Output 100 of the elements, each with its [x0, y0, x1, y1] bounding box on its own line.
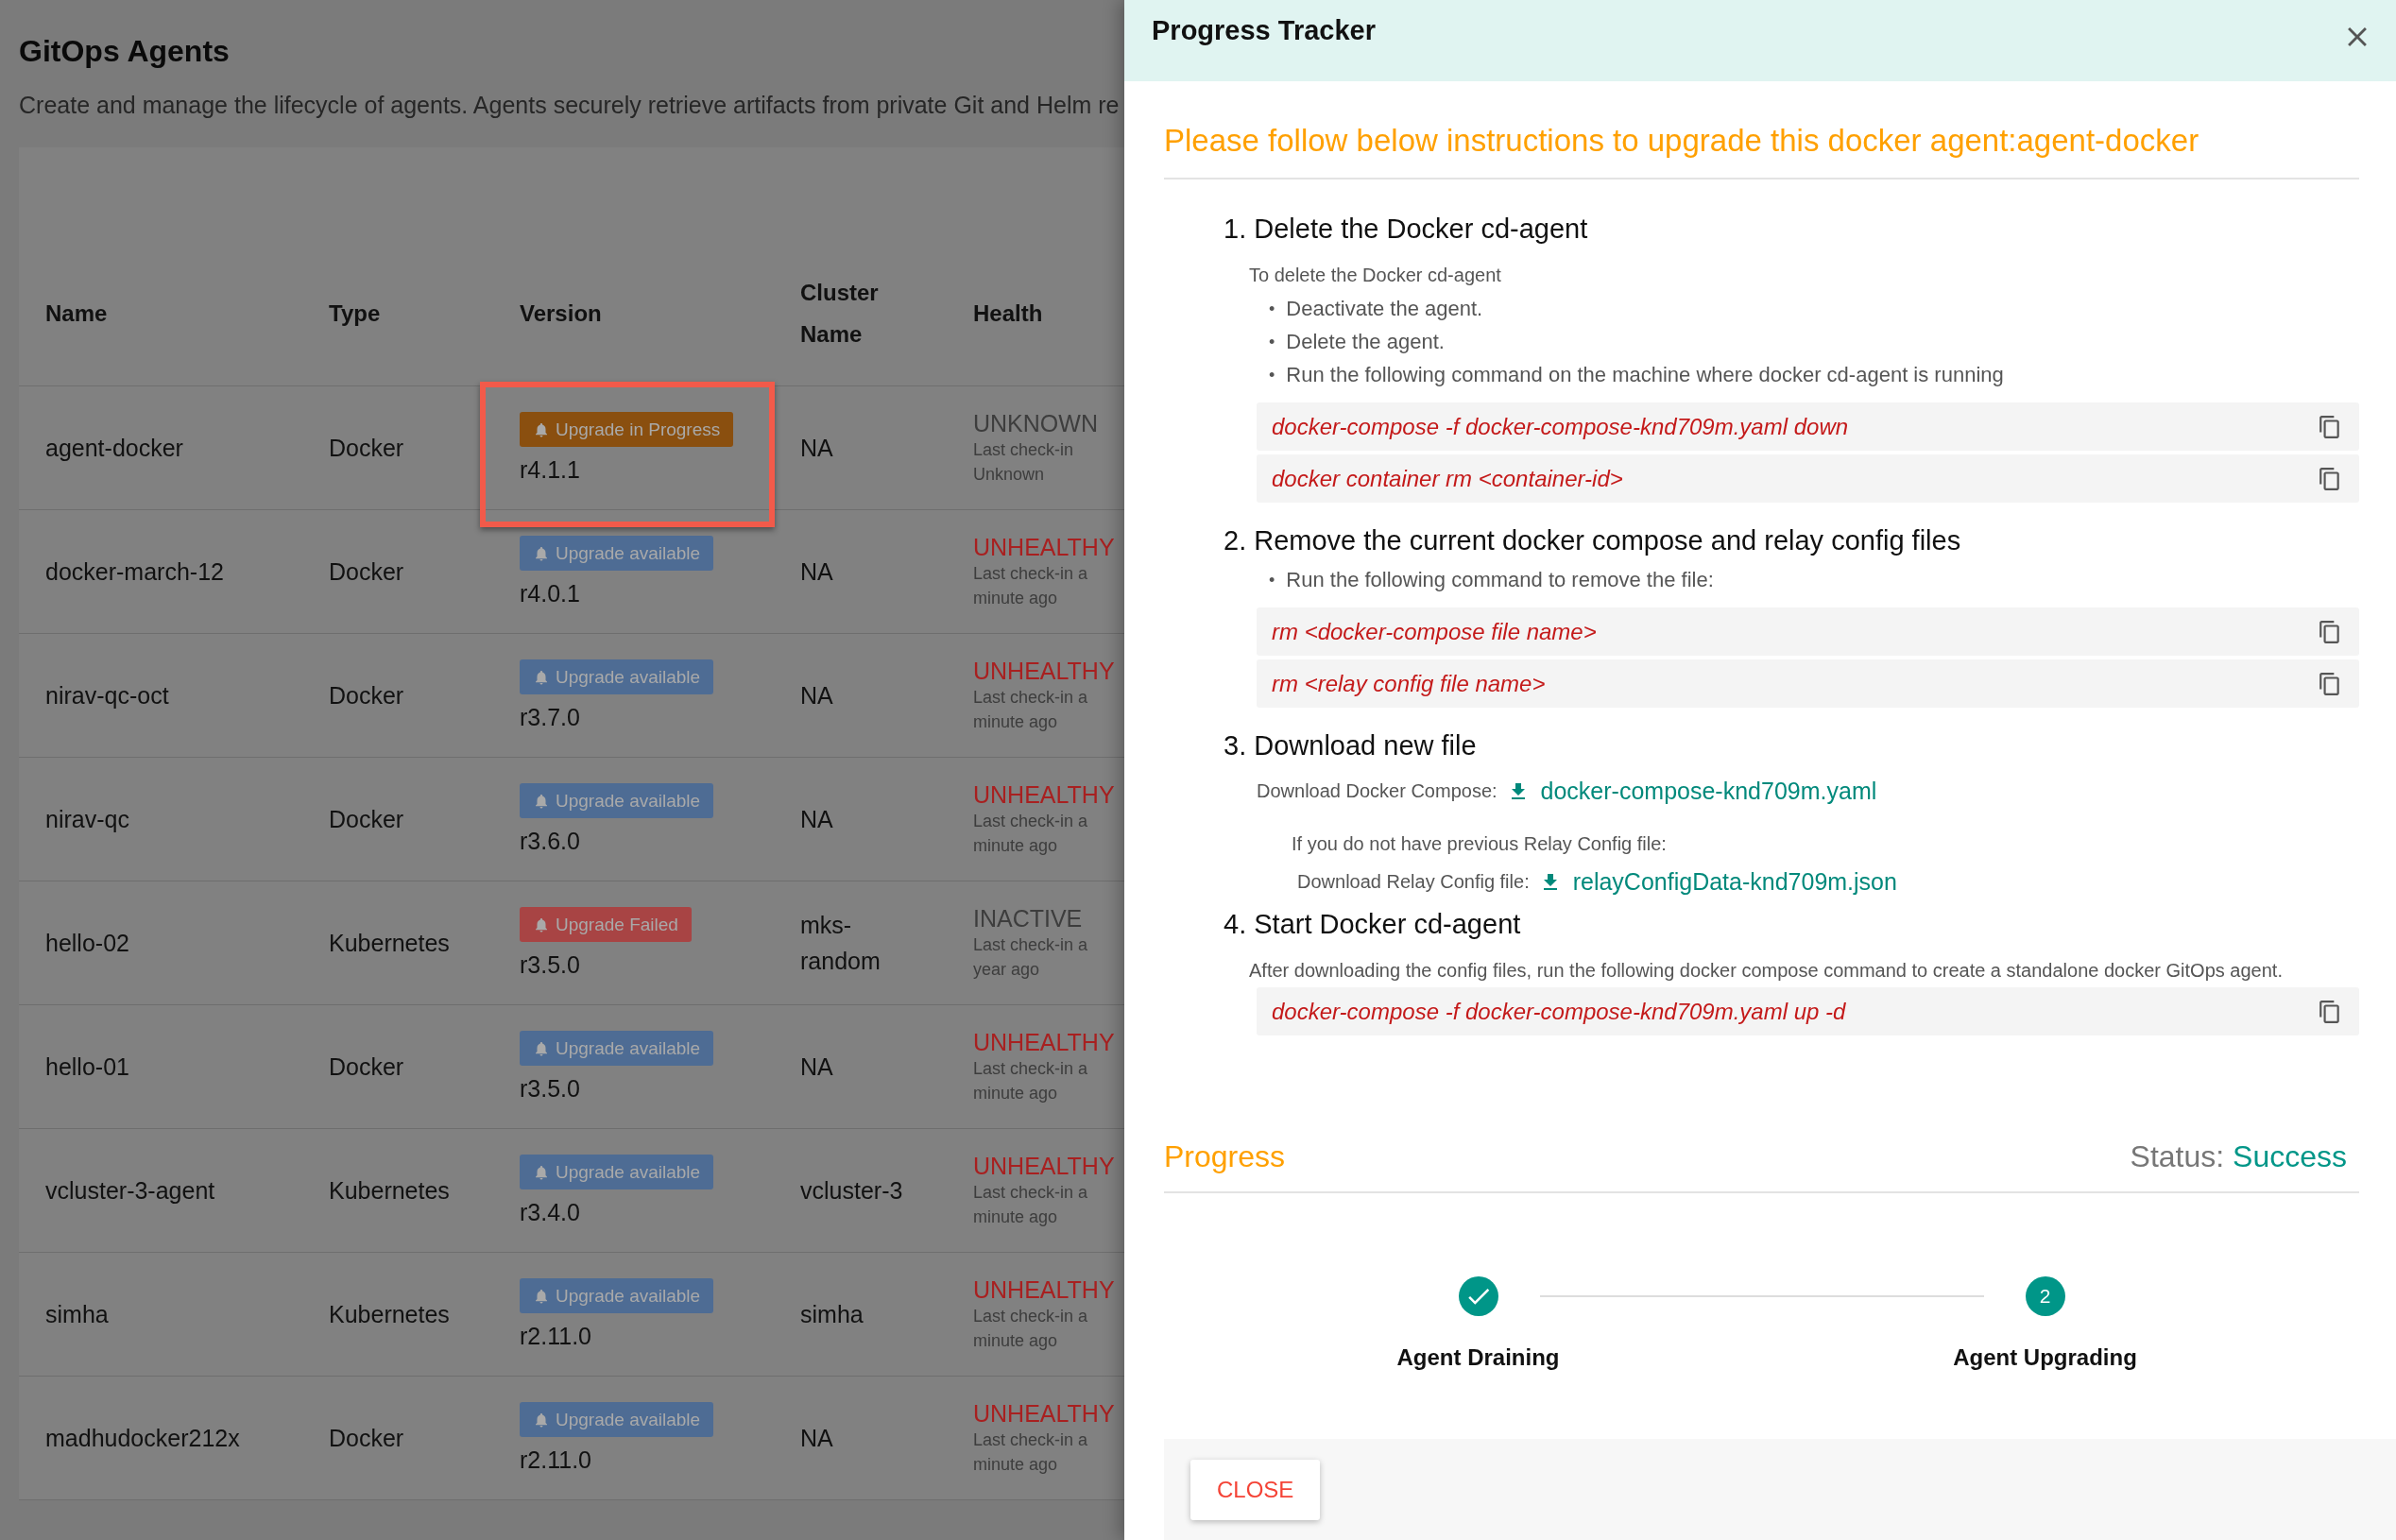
last-checkin: Last check-in a minute ago — [973, 687, 1089, 733]
list-marker: • — [1269, 331, 1275, 352]
column-header: Name — [45, 299, 109, 328]
last-checkin: Last check-in a minute ago — [973, 1306, 1089, 1352]
instruction-item: Run the following command on the machine where docker cd-agent is running — [1286, 361, 2004, 388]
step-description: After downloading the config files, run the following docker compose command to create a standalone docker GitOps agent. — [1249, 960, 2284, 982]
download-link[interactable]: docker-compose-knd709m.yaml — [1506, 778, 1877, 805]
column-header: Cluster Name — [800, 279, 880, 349]
status-badge: Upgrade Failed — [520, 907, 692, 942]
version-text: r4.1.1 — [520, 456, 580, 484]
table-cell-text: NA — [800, 805, 834, 834]
table-cell-text: Docker — [329, 681, 405, 710]
status-text: Status: Success — [2130, 1139, 2347, 1174]
status-badge: Upgrade available — [520, 536, 714, 571]
list-marker: • — [1269, 569, 1275, 590]
table-cell-text: mks-random — [800, 911, 881, 976]
bell-icon — [533, 1287, 550, 1305]
download-label: Download Docker Compose: — [1257, 780, 1498, 802]
list-marker: • — [1269, 298, 1275, 319]
table-cell-text: Kubernetes — [329, 1300, 451, 1329]
bell-icon — [533, 420, 550, 438]
bell-icon — [533, 1163, 550, 1181]
copy-icon[interactable] — [2318, 619, 2342, 644]
version-text: r3.6.0 — [520, 828, 580, 855]
step-label: Agent Draining — [1396, 1344, 1560, 1371]
bell-icon — [533, 668, 550, 686]
status-badge: Upgrade available — [520, 783, 714, 818]
health-status: UNHEALTHY — [973, 1275, 1115, 1304]
last-checkin: Last check-in a minute ago — [973, 1182, 1089, 1228]
last-checkin: Last check-in a minute ago — [973, 1058, 1089, 1104]
column-header: Version — [520, 299, 603, 328]
last-checkin: Last check-in a year ago — [973, 934, 1089, 981]
copy-icon[interactable] — [2318, 999, 2342, 1024]
command-text: docker-compose -f docker-compose-knd709m.yaml up -d — [1272, 998, 1846, 1025]
column-header: Type — [329, 299, 382, 328]
table-cell-text: hello-02 — [45, 929, 130, 958]
health-status: UNHEALTHY — [973, 657, 1115, 685]
bell-icon — [533, 915, 550, 933]
command-text: rm <relay config file name> — [1272, 670, 1546, 697]
status-badge: Upgrade available — [520, 659, 714, 694]
page-title: GitOps Agents — [19, 33, 231, 70]
instruction-item: Run the following command to remove the file: — [1286, 566, 1714, 593]
table-cell-text: simha — [800, 1300, 864, 1329]
list-marker: • — [1269, 364, 1275, 385]
health-status: UNHEALTHY — [973, 1028, 1115, 1056]
table-cell-text: NA — [800, 434, 834, 463]
version-text: r3.5.0 — [520, 1075, 580, 1103]
table-cell-text: NA — [800, 1052, 834, 1082]
step-description: To delete the Docker cd-agent — [1249, 265, 1502, 286]
progress-title: Progress — [1164, 1139, 1286, 1174]
command-text: docker-compose -f docker-compose-knd709m.yaml down — [1272, 413, 1849, 440]
instruction-item: Delete the agent. — [1286, 328, 1445, 355]
table-cell-text: madhudocker212x — [45, 1424, 241, 1453]
table-cell-text: Kubernetes — [329, 929, 451, 958]
page-description: Create and manage the lifecycle of agents. Agents securely retrieve artifacts from private Git and Helm re — [19, 91, 1121, 119]
version-text: r3.5.0 — [520, 951, 580, 979]
bell-icon — [533, 1411, 550, 1429]
version-text: r3.7.0 — [520, 704, 580, 731]
health-status: UNKNOWN — [973, 409, 1099, 437]
status-badge: Upgrade available — [520, 1278, 714, 1313]
relay-note: If you do not have previous Relay Config file: — [1292, 833, 1668, 855]
table-cell-text: docker-march-12 — [45, 557, 225, 587]
step-label: Agent Upgrading — [1953, 1344, 2137, 1371]
table-cell-text: NA — [800, 681, 834, 710]
table-cell-text: vcluster-3-agent — [45, 1176, 216, 1206]
version-text: r3.4.0 — [520, 1199, 580, 1226]
bell-icon — [533, 792, 550, 810]
health-status: INACTIVE — [973, 904, 1084, 933]
instruction-item: Deactivate the agent. — [1286, 295, 1483, 322]
table-cell-text: hello-01 — [45, 1052, 130, 1082]
table-cell-text: Docker — [329, 434, 405, 463]
table-cell-text: simha — [45, 1300, 110, 1329]
step-title: 2. Remove the current docker compose and relay config files — [1224, 524, 1962, 557]
instructions-heading: Please follow below instructions to upgrade this docker agent:agent-docker — [1164, 123, 2359, 180]
bell-icon — [533, 544, 550, 562]
table-cell-text: agent-docker — [45, 434, 184, 463]
download-label: Download Relay Config file: — [1297, 871, 1530, 893]
status-badge: Upgrade in Progress — [520, 412, 734, 447]
status-badge: Upgrade available — [520, 1031, 714, 1066]
table-cell-text: Docker — [329, 1424, 405, 1453]
last-checkin: Last check-in a minute ago — [973, 1429, 1089, 1476]
table-cell-text: nirav-qc — [45, 805, 130, 834]
table-cell-text: Kubernetes — [329, 1176, 451, 1206]
table-cell-text: Docker — [329, 1052, 405, 1082]
version-text: r2.11.0 — [520, 1446, 591, 1474]
table-cell-text: NA — [800, 557, 834, 587]
step-title: 3. Download new file — [1224, 729, 1478, 762]
table-cell-text: NA — [800, 1424, 834, 1453]
copy-icon[interactable] — [2318, 671, 2342, 696]
table-cell-text: Docker — [329, 557, 405, 587]
version-text: r2.11.0 — [520, 1323, 591, 1350]
health-status: UNHEALTHY — [973, 780, 1115, 809]
copy-icon[interactable] — [2318, 466, 2342, 491]
table-cell-text: nirav-qc-oct — [45, 681, 170, 710]
download-link[interactable]: relayConfigData-knd709m.json — [1538, 868, 1897, 896]
close-button[interactable]: CLOSE — [1190, 1459, 1321, 1520]
copy-icon[interactable] — [2318, 414, 2342, 439]
command-text: docker container rm <container-id> — [1272, 465, 1623, 492]
table-cell-text: Docker — [329, 805, 405, 834]
health-status: UNHEALTHY — [973, 1152, 1115, 1180]
